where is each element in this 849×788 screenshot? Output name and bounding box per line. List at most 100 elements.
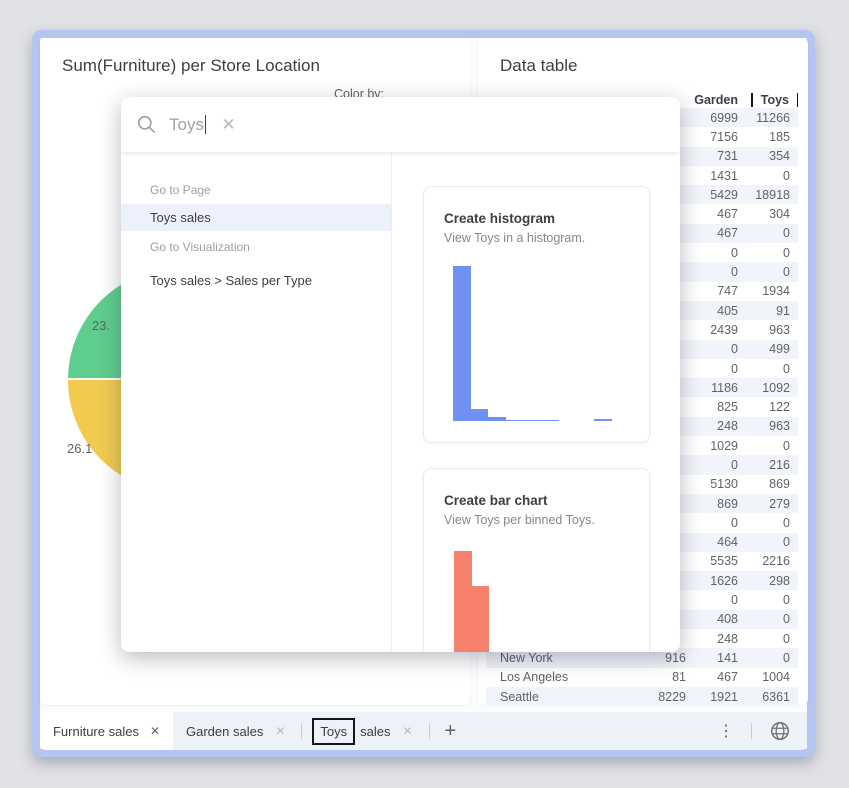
table-cell: 467 (692, 226, 744, 240)
table-cell: 963 (744, 323, 798, 337)
table-cell: 0 (744, 516, 798, 530)
tab-furniture-sales[interactable]: Furniture sales ✕ (40, 712, 173, 750)
table-cell: 298 (744, 574, 798, 588)
table-cell: 408 (692, 612, 744, 626)
chart-bar (488, 417, 506, 421)
table-cell: 91 (744, 304, 798, 318)
chart-bar (541, 420, 559, 421)
chart-bar (472, 586, 490, 652)
table-cell: 185 (744, 130, 798, 144)
table-cell: 248 (692, 632, 744, 646)
tab-separator (751, 723, 752, 739)
table-cell: 0 (744, 265, 798, 279)
table-title: Data table (500, 56, 578, 76)
search-bar[interactable]: Toys ✕ (121, 97, 680, 152)
table-cell: 405 (692, 304, 744, 318)
table-cell: 0 (744, 593, 798, 607)
section-go-to-page: Go to Page (150, 183, 211, 197)
table-cell: 1092 (744, 381, 798, 395)
table-cell: 731 (692, 149, 744, 163)
table-cell: 825 (692, 400, 744, 414)
col-header-garden[interactable]: Garden (692, 93, 744, 107)
table-cell: 0 (744, 651, 798, 665)
table-cell: 499 (744, 342, 798, 356)
toys-tab-focus-box: Toys (312, 718, 355, 745)
table-cell: 1004 (744, 670, 798, 684)
toys-header-focus-box: Toys (751, 93, 798, 107)
create-bar-chart-card[interactable]: Create bar chart View Toys per binned To… (423, 468, 650, 652)
suggestion-subtitle: View Toys in a histogram. (444, 231, 585, 245)
tab-label: sales (360, 724, 390, 739)
tab-separator (429, 723, 430, 739)
chart-bar (506, 420, 524, 421)
search-query-text: Toys (169, 115, 204, 134)
chart-bar (594, 419, 612, 421)
histogram-preview-chart (453, 266, 647, 421)
table-cell: 0 (692, 516, 744, 530)
table-cell: 216 (744, 458, 798, 472)
table-cell: 1186 (692, 381, 744, 395)
result-label: Toys sales (150, 210, 211, 225)
screen: Sum(Furniture) per Store Location Color … (0, 0, 849, 788)
table-cell: 11266 (744, 111, 798, 125)
text-caret (205, 115, 207, 134)
table-cell: 0 (744, 362, 798, 376)
table-cell: 467 (692, 670, 744, 684)
tab-label: Furniture sales (53, 724, 139, 739)
bar-chart-preview-chart (454, 551, 489, 652)
table-cell: 1626 (692, 574, 744, 588)
table-row: Seattle822919216361 (486, 687, 798, 706)
col-header-toys[interactable]: Toys (744, 93, 798, 107)
overflow-menu-icon[interactable]: ⋮ (718, 721, 734, 741)
table-cell: 5429 (692, 188, 744, 202)
close-tab-icon[interactable]: ✕ (275, 724, 285, 738)
globe-icon[interactable] (769, 720, 791, 742)
suggestion-subtitle: View Toys per binned Toys. (444, 513, 595, 527)
table-cell: 279 (744, 497, 798, 511)
table-cell: 1921 (692, 690, 744, 704)
chart-bar (453, 266, 471, 421)
table-cell: 304 (744, 207, 798, 221)
clear-search-icon[interactable]: ✕ (221, 115, 235, 135)
suggestion-title: Create bar chart (444, 493, 548, 508)
close-tab-icon[interactable]: ✕ (402, 724, 412, 738)
table-cell: 6361 (744, 690, 798, 704)
table-cell: 2439 (692, 323, 744, 337)
result-sales-per-type-viz[interactable]: Toys sales > Sales per Type (121, 267, 391, 294)
pie-slice-label-green: 23. (92, 318, 110, 333)
create-histogram-card[interactable]: Create histogram View Toys in a histogra… (423, 186, 650, 443)
table-cell: 7156 (692, 130, 744, 144)
table-cell: 6999 (692, 111, 744, 125)
table-cell: 0 (744, 439, 798, 453)
tab-garden-sales[interactable]: Garden sales ✕ (173, 724, 298, 739)
tab-separator (301, 723, 302, 739)
table-cell: 916 (616, 651, 692, 665)
table-cell: 18918 (744, 188, 798, 202)
table-cell: 0 (744, 226, 798, 240)
table-cell: 8229 (616, 690, 692, 704)
section-go-to-visualization: Go to Visualization (150, 240, 250, 254)
add-tab-button[interactable]: + (445, 720, 457, 743)
table-cell: 0 (692, 342, 744, 356)
table-cell: 0 (692, 246, 744, 260)
table-cell: 1431 (692, 169, 744, 183)
table-cell: 1029 (692, 439, 744, 453)
table-cell: 467 (692, 207, 744, 221)
search-input[interactable]: Toys (169, 115, 206, 135)
chart-bar (524, 420, 542, 421)
chart-bar (454, 551, 472, 652)
table-cell: 5535 (692, 554, 744, 568)
result-toys-sales-page[interactable]: Toys sales (121, 204, 391, 231)
overlay-divider (391, 152, 392, 652)
table-cell: 869 (744, 477, 798, 491)
tab-toys-sales[interactable]: Toys sales ✕ (305, 718, 425, 745)
table-cell: 0 (692, 362, 744, 376)
search-icon (137, 115, 156, 134)
table-cell: 747 (692, 284, 744, 298)
result-label: Toys sales > Sales per Type (150, 273, 312, 288)
table-cell: 0 (744, 169, 798, 183)
table-cell: 0 (744, 535, 798, 549)
table-cell: 464 (692, 535, 744, 549)
close-tab-icon[interactable]: ✕ (150, 724, 160, 738)
pie-slice-label-yellow: 26.1 (67, 441, 92, 456)
